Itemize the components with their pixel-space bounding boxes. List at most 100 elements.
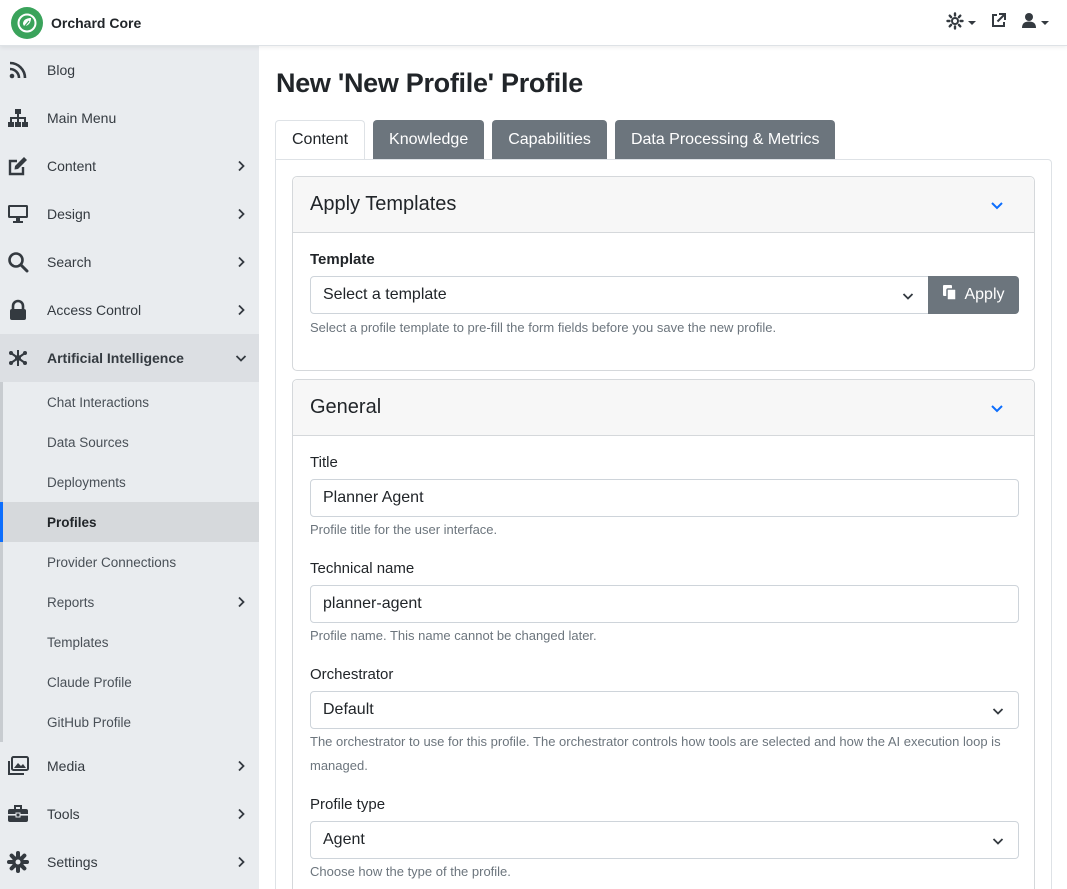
technical-name-input[interactable]: planner-agent [310, 585, 1019, 623]
title-help-text: Profile title for the user interface. [310, 522, 498, 537]
sidebar-item-claude-profile[interactable]: Claude Profile [3, 662, 259, 702]
admin-sidebar: Blog Main Menu Content Design Search Acc… [0, 46, 259, 889]
chevron-right-icon [238, 808, 245, 820]
sidebar-item-label: Claude Profile [47, 674, 132, 690]
title-input-value: Planner Agent [323, 489, 424, 506]
sidebar-item-artificial-intelligence[interactable]: Artificial Intelligence [0, 334, 259, 382]
ai-submenu: Chat Interactions Data Sources Deploymen… [0, 382, 259, 742]
brand-name: Orchard Core [51, 14, 142, 31]
sidebar-item-label: Blog [47, 62, 76, 78]
tab-capabilities[interactable]: Capabilities [492, 120, 607, 160]
sidebar-item-label: Templates [47, 634, 109, 650]
chevron-right-icon [238, 208, 245, 220]
profile-type-select-value: Agent [323, 831, 365, 848]
chevron-right-icon [238, 256, 245, 268]
orchestrator-label: Orchestrator [310, 666, 394, 683]
chevron-right-icon [238, 304, 245, 316]
chevron-right-icon [238, 856, 245, 868]
theme-settings-icon [946, 11, 964, 35]
sidebar-item-label: Reports [47, 594, 95, 610]
title-label: Title [310, 454, 338, 471]
edit-icon [6, 154, 30, 178]
technical-name-value: planner-agent [323, 595, 422, 612]
main-content: New 'New Profile' Profile Content Knowle… [259, 46, 1067, 889]
sidebar-item-profiles[interactable]: Profiles [0, 502, 259, 542]
technical-name-label: Technical name [310, 560, 415, 577]
template-help-text: Select a profile template to pre-fill th… [310, 320, 777, 335]
sidebar-item-deployments[interactable]: Deployments [3, 462, 259, 502]
sitemap-icon [6, 106, 30, 130]
rss-icon [6, 58, 30, 82]
sidebar-item-media[interactable]: Media [0, 742, 259, 790]
profile-type-select[interactable]: Agent [310, 821, 1019, 859]
tab-data-processing-metrics[interactable]: Data Processing & Metrics [614, 120, 836, 160]
visit-site-button[interactable] [990, 12, 1007, 34]
sidebar-item-label: Main Menu [47, 110, 117, 126]
toolbox-icon [6, 802, 30, 826]
sidebar-item-label: Artificial Intelligence [47, 350, 184, 366]
general-header[interactable]: General [293, 380, 1034, 436]
template-select[interactable]: Select a template [310, 276, 929, 314]
technical-name-help-text: Profile name. This name cannot be change… [310, 628, 597, 643]
apply-template-button[interactable]: Apply [928, 276, 1019, 314]
sidebar-item-label: Tools [47, 806, 80, 822]
card-title: General [310, 396, 382, 418]
chevron-down-icon[interactable] [990, 401, 1004, 415]
chevron-right-icon [238, 760, 245, 772]
copy-icon [942, 284, 958, 307]
tab-knowledge[interactable]: Knowledge [373, 120, 485, 160]
sidebar-item-label: Design [47, 206, 91, 222]
brand-link[interactable]: Orchard Core [11, 6, 142, 39]
sidebar-item-github-profile[interactable]: GitHub Profile [3, 702, 259, 742]
card-title: Apply Templates [310, 193, 457, 215]
apply-templates-card: Apply Templates Template Select a templa… [292, 176, 1035, 371]
theme-toggle-button[interactable] [946, 11, 976, 35]
chevron-down-icon[interactable] [990, 198, 1004, 212]
lock-icon [6, 298, 30, 322]
sidebar-item-provider-connections[interactable]: Provider Connections [3, 542, 259, 582]
sidebar-item-design[interactable]: Design [0, 190, 259, 238]
sidebar-item-label: Provider Connections [47, 554, 177, 570]
sidebar-item-tools[interactable]: Tools [0, 790, 259, 838]
user-menu-button[interactable] [1021, 12, 1049, 34]
page-title: New 'New Profile' Profile [276, 68, 583, 98]
chevron-down-icon [992, 708, 1004, 715]
ai-network-icon [6, 346, 30, 370]
gear-icon [6, 850, 30, 874]
profile-type-label: Profile type [310, 796, 386, 813]
sidebar-item-blog[interactable]: Blog [0, 46, 259, 94]
sidebar-item-label: Chat Interactions [47, 394, 150, 410]
sidebar-item-data-sources[interactable]: Data Sources [3, 422, 259, 462]
sidebar-item-settings[interactable]: Settings [0, 838, 259, 886]
orchestrator-select[interactable]: Default [310, 691, 1019, 729]
template-label: Template [310, 251, 375, 268]
title-input[interactable]: Planner Agent [310, 479, 1019, 517]
chevron-right-icon [238, 596, 245, 608]
top-navbar: Orchard Core [0, 0, 1067, 46]
chevron-right-icon [238, 160, 245, 172]
sidebar-item-access-control[interactable]: Access Control [0, 286, 259, 334]
apply-button-label: Apply [964, 286, 1005, 303]
template-select-value: Select a template [323, 286, 447, 303]
sidebar-item-chat-interactions[interactable]: Chat Interactions [3, 382, 259, 422]
sidebar-item-label: Deployments [47, 474, 126, 490]
sidebar-item-templates[interactable]: Templates [3, 622, 259, 662]
chevron-down-icon [992, 838, 1004, 845]
sidebar-item-main-menu[interactable]: Main Menu [0, 94, 259, 142]
apply-templates-header[interactable]: Apply Templates [293, 177, 1034, 233]
sidebar-item-label: Media [47, 758, 86, 774]
profile-type-help-text: Choose how the type of the profile. [310, 864, 511, 879]
images-icon [6, 754, 30, 778]
orchard-core-logo-icon [11, 6, 43, 39]
general-card: General Title Planner Agent Profile titl… [292, 379, 1035, 889]
sidebar-item-label: Content [47, 158, 97, 174]
sidebar-item-label: GitHub Profile [47, 714, 132, 730]
chevron-down-icon [902, 293, 914, 300]
sidebar-item-content[interactable]: Content [0, 142, 259, 190]
tab-content[interactable]: Content [275, 120, 366, 160]
sidebar-item-reports[interactable]: Reports [3, 582, 259, 622]
orchestrator-help-text: The orchestrator to use for this profile… [310, 734, 1001, 773]
monitor-icon [6, 202, 30, 226]
orchestrator-select-value: Default [323, 701, 374, 718]
sidebar-item-search[interactable]: Search [0, 238, 259, 286]
